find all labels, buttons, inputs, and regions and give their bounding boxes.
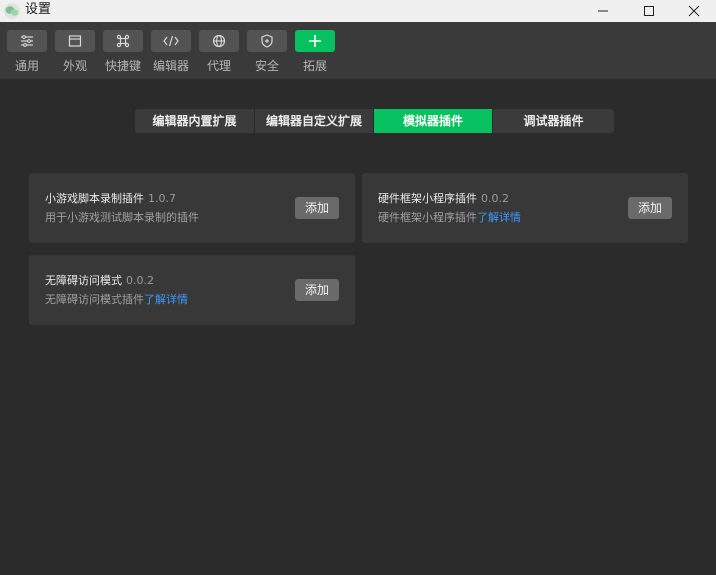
tab-simulator-plugins[interactable]: 模拟器插件 [374, 109, 493, 133]
plugin-title: 硬件框架小程序插件 0.0.2 [378, 190, 509, 206]
add-plugin-button[interactable]: 添加 [628, 197, 672, 219]
plugin-name: 小游戏脚本录制插件 [45, 192, 144, 205]
toolbar-label-editor: 编辑器 [152, 59, 189, 73]
toolbar-item-shortcuts[interactable]: 快捷键 [102, 30, 144, 76]
shield-icon [261, 34, 273, 48]
toolbar-button-extensions[interactable] [295, 30, 335, 52]
toolbar-label-proxy: 代理 [206, 59, 231, 73]
add-plugin-button[interactable]: 添加 [295, 197, 339, 219]
title-bar: 设置 [0, 0, 716, 22]
plugin-version: 0.0.2 [126, 274, 154, 287]
toolbar-button-security[interactable] [247, 30, 287, 52]
plugin-name: 无障碍访问模式 [45, 274, 122, 287]
sliders-icon [21, 35, 33, 47]
tab-builtin-extensions[interactable]: 编辑器内置扩展 [135, 109, 255, 133]
plugin-title: 小游戏脚本录制插件 1.0.7 [45, 190, 176, 206]
toolbar-label-security: 安全 [254, 59, 279, 73]
plugin-card: 无障碍访问模式 0.0.2 无障碍访问模式插件了解详情 添加 [29, 255, 355, 325]
learn-more-link[interactable]: 了解详情 [477, 211, 521, 224]
globe-icon [212, 34, 226, 48]
toolbar-button-appearance[interactable] [55, 30, 95, 52]
window-title: 设置 [25, 2, 52, 17]
plus-icon [309, 35, 321, 47]
close-icon [688, 5, 700, 17]
toolbar-item-general[interactable]: 通用 [6, 30, 48, 76]
code-icon [163, 35, 179, 47]
toolbar-button-proxy[interactable] [199, 30, 239, 52]
close-button[interactable] [672, 0, 716, 22]
minimize-icon [598, 10, 608, 12]
tab-custom-extensions[interactable]: 编辑器自定义扩展 [255, 109, 374, 133]
toolbar-label-general: 通用 [14, 59, 39, 73]
toolbar-label-shortcuts: 快捷键 [104, 59, 141, 73]
plugin-card: 硬件框架小程序插件 0.0.2 硬件框架小程序插件了解详情 添加 [362, 173, 688, 243]
toolbar-button-editor[interactable] [151, 30, 191, 52]
toolbar-label-appearance: 外观 [62, 59, 87, 73]
toolbar-item-editor[interactable]: 编辑器 [150, 30, 192, 76]
plugin-desc-text: 无障碍访问模式插件 [45, 293, 144, 306]
minimize-button[interactable] [580, 0, 626, 22]
toolbar-button-shortcuts[interactable] [103, 30, 143, 52]
window-icon [68, 35, 82, 47]
tab-debugger-plugins[interactable]: 调试器插件 [493, 109, 614, 133]
plugin-description: 硬件框架小程序插件了解详情 [378, 209, 521, 225]
plugin-card: 小游戏脚本录制插件 1.0.7 用于小游戏测试脚本录制的插件 添加 [29, 173, 355, 243]
add-plugin-button[interactable]: 添加 [295, 279, 339, 301]
plugin-version: 0.0.2 [481, 192, 509, 205]
toolbar-label-extensions: 拓展 [302, 59, 327, 73]
app-logo-icon [4, 3, 20, 19]
command-icon [116, 34, 130, 48]
plugin-name: 硬件框架小程序插件 [378, 192, 477, 205]
plugin-version: 1.0.7 [148, 192, 176, 205]
plugin-desc-text: 用于小游戏测试脚本录制的插件 [45, 211, 199, 224]
plugin-desc-text: 硬件框架小程序插件 [378, 211, 477, 224]
toolbar-item-security[interactable]: 安全 [246, 30, 288, 76]
settings-toolbar: 通用 外观 快捷键 编辑器 代理 安全 拓展 [0, 22, 716, 79]
maximize-button[interactable] [626, 0, 672, 22]
toolbar-item-proxy[interactable]: 代理 [198, 30, 240, 76]
extension-tabs: 编辑器内置扩展 编辑器自定义扩展 模拟器插件 调试器插件 [135, 109, 614, 133]
plugin-title: 无障碍访问模式 0.0.2 [45, 272, 154, 288]
toolbar-item-appearance[interactable]: 外观 [54, 30, 96, 76]
plugin-description: 用于小游戏测试脚本录制的插件 [45, 209, 199, 225]
toolbar-item-extensions[interactable]: 拓展 [294, 30, 336, 76]
plugin-description: 无障碍访问模式插件了解详情 [45, 291, 188, 307]
maximize-icon [644, 6, 654, 16]
learn-more-link[interactable]: 了解详情 [144, 293, 188, 306]
toolbar-button-general[interactable] [7, 30, 47, 52]
